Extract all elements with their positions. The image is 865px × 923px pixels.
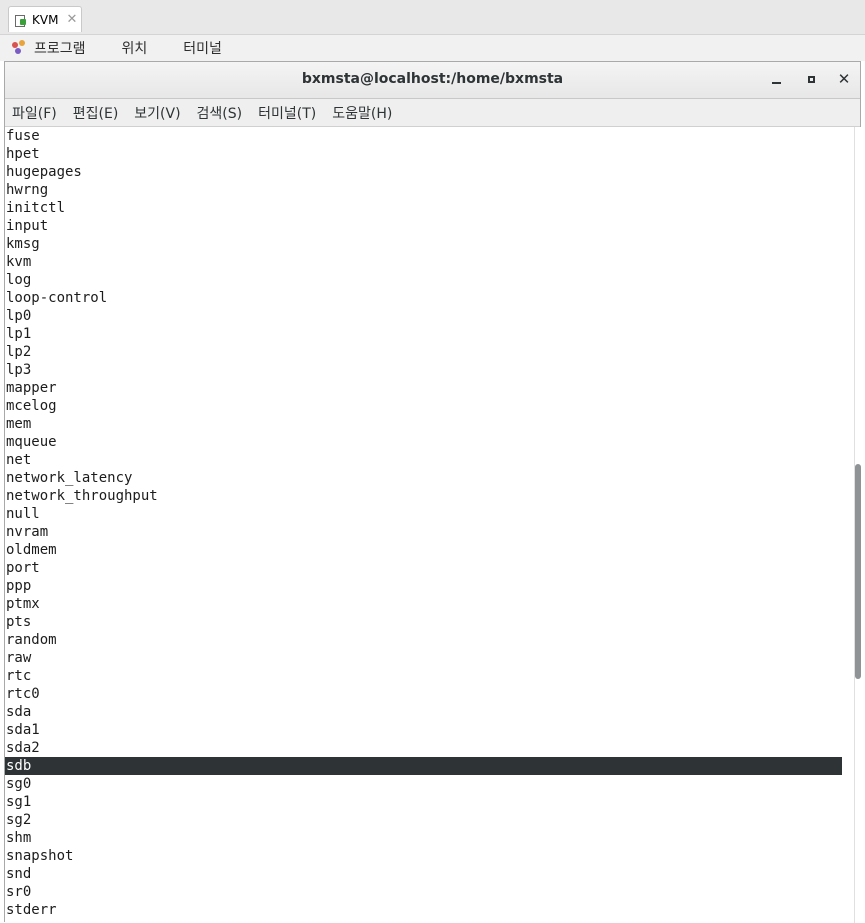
- output-line: lp0: [6, 308, 32, 324]
- output-line: mcelog: [6, 398, 57, 414]
- output-line: null: [6, 506, 40, 522]
- output-line: snd: [6, 866, 32, 882]
- output-line: pts: [6, 614, 32, 630]
- output-line: sg0: [6, 776, 32, 792]
- output-line: lp2: [6, 344, 32, 360]
- window-titlebar[interactable]: bxmsta@localhost:/home/bxmsta ✕: [5, 62, 860, 99]
- output-line: kvm: [6, 254, 32, 270]
- output-line: nvram: [6, 524, 49, 540]
- output-line: hwrng: [6, 182, 49, 198]
- gnome-foot-icon: [12, 40, 28, 56]
- scrollbar[interactable]: [854, 127, 861, 923]
- selected-output-line: sdb: [5, 757, 842, 775]
- output-line: stderr: [6, 902, 57, 918]
- panel-menu-applications[interactable]: 프로그램: [34, 38, 86, 58]
- menu-terminal[interactable]: 터미널(T): [250, 103, 324, 123]
- output-line: sda: [6, 704, 32, 720]
- output-line: sda1: [6, 722, 40, 738]
- output-line: net: [6, 452, 32, 468]
- panel-menu-places[interactable]: 위치: [122, 38, 148, 58]
- maximize-icon: [807, 75, 815, 83]
- menu-search[interactable]: 검색(S): [189, 103, 251, 123]
- output-line: snapshot: [6, 848, 74, 864]
- close-button[interactable]: ✕: [835, 70, 853, 88]
- output-line: random: [6, 632, 57, 648]
- output-line: hugepages: [6, 164, 82, 180]
- output-line: mqueue: [6, 434, 57, 450]
- menu-help[interactable]: 도움말(H): [324, 103, 400, 123]
- tab-kvm[interactable]: KVM ✕: [8, 6, 82, 32]
- output-line: loop-control: [6, 290, 108, 306]
- output-line: port: [6, 560, 40, 576]
- minimize-icon: [771, 82, 781, 84]
- output-line: network_throughput: [6, 488, 158, 504]
- terminal-output[interactable]: fuse hpet hugepages hwrng initctl input kmsg kv…: [5, 127, 854, 923]
- menu-edit[interactable]: 편집(E): [65, 103, 127, 123]
- host-tab-strip: KVM ✕: [0, 0, 865, 35]
- output-line: sr0: [6, 884, 32, 900]
- scrollbar-thumb[interactable]: [855, 464, 861, 679]
- output-line: sg1: [6, 794, 32, 810]
- menubar: 파일(F) 편집(E) 보기(V) 검색(S) 터미널(T) 도움말(H): [5, 99, 860, 127]
- output-line: sda2: [6, 740, 40, 756]
- maximize-button[interactable]: [802, 70, 820, 88]
- output-line: input: [6, 218, 49, 234]
- menu-file[interactable]: 파일(F): [5, 103, 65, 123]
- top-panel: 프로그램 위치 터미널: [0, 35, 865, 61]
- terminal-lines: fuse hpet hugepages hwrng initctl input kmsg kv…: [5, 127, 842, 919]
- output-line: ppp: [6, 578, 32, 594]
- terminal-window: bxmsta@localhost:/home/bxmsta ✕ 파일(F) 편집…: [4, 61, 861, 923]
- output-line: network_latency: [6, 470, 133, 486]
- window-title: bxmsta@localhost:/home/bxmsta: [301, 71, 564, 87]
- output-line: lp1: [6, 326, 32, 342]
- output-line: log: [6, 272, 32, 288]
- output-line: oldmem: [6, 542, 57, 558]
- output-line: ptmx: [6, 596, 40, 612]
- output-line: sg2: [6, 812, 32, 828]
- output-line: rtc: [6, 668, 32, 684]
- output-line: hpet: [6, 146, 40, 162]
- output-line: mem: [6, 416, 32, 432]
- output-line: initctl: [6, 200, 66, 216]
- output-line: kmsg: [6, 236, 40, 252]
- output-line: shm: [6, 830, 32, 846]
- tab-label: KVM: [32, 12, 59, 27]
- output-line: fuse: [6, 128, 40, 144]
- vm-window-icon: [15, 14, 27, 27]
- close-icon[interactable]: ✕: [66, 12, 77, 27]
- panel-menu-terminal[interactable]: 터미널: [183, 38, 222, 58]
- output-line: raw: [6, 650, 32, 666]
- menu-view[interactable]: 보기(V): [126, 103, 188, 123]
- output-line: rtc0: [6, 686, 40, 702]
- output-line: lp3: [6, 362, 32, 378]
- output-line: mapper: [6, 380, 57, 396]
- minimize-button[interactable]: [767, 70, 785, 88]
